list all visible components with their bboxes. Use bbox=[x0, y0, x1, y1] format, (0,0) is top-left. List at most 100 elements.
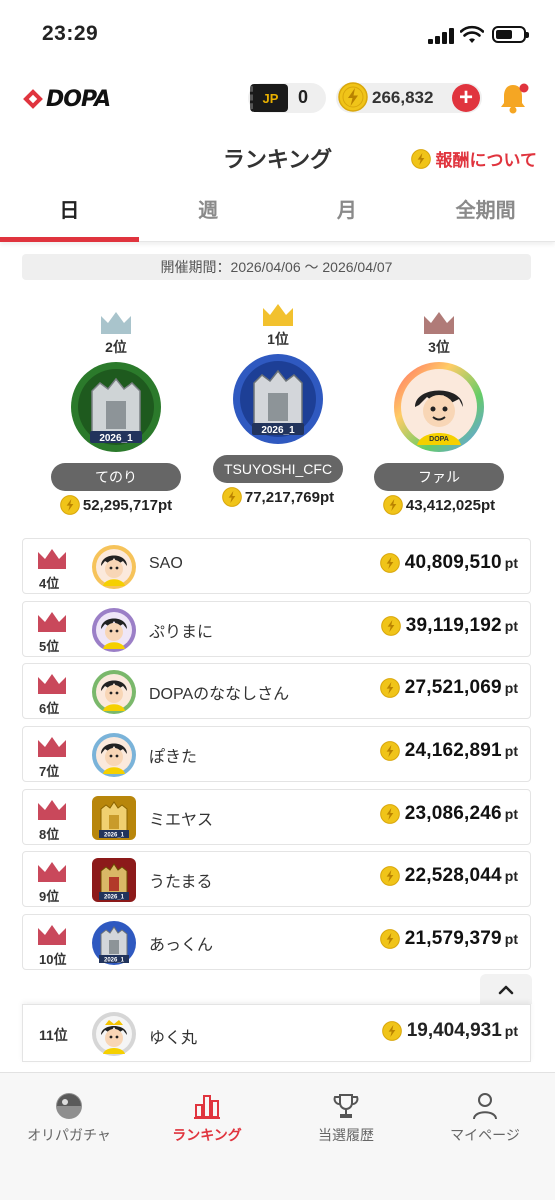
scroll-to-top-button[interactable] bbox=[480, 974, 532, 1004]
throne-avatar-icon: 2026_1 bbox=[92, 858, 136, 903]
podium-rank: 2位 bbox=[105, 339, 127, 355]
points-value: 23,086,246 bbox=[404, 802, 502, 824]
ranking-row[interactable]: 9位 2026_1 うたまる 22,528,044 pt bbox=[22, 851, 531, 908]
coin-icon bbox=[379, 678, 400, 699]
bar-chart-icon bbox=[194, 1095, 220, 1119]
podium-points: 77,217,769pt bbox=[208, 487, 348, 507]
throne-avatar-icon: 2026_1 bbox=[92, 921, 136, 966]
crown-icon bbox=[38, 611, 66, 632]
tab-weekly[interactable]: 週 bbox=[139, 186, 278, 241]
rank-label: 10位 bbox=[39, 952, 67, 968]
podium-third[interactable]: 3位 DOPA ファル 43,412,025pt bbox=[369, 310, 509, 515]
points-value: 39,119,192 bbox=[405, 614, 502, 636]
logo-mark-icon bbox=[23, 89, 43, 109]
points-value: 21,579,379 bbox=[404, 928, 502, 950]
podium-rank: 3位 bbox=[428, 339, 450, 355]
coin-icon bbox=[379, 803, 400, 824]
character-avatar-icon: DOPA bbox=[394, 362, 484, 452]
coin-icon bbox=[379, 741, 400, 761]
points-unit: pt bbox=[504, 555, 518, 571]
rank-label: 8位 bbox=[39, 826, 60, 842]
podium-second[interactable]: 2位 2026_1 てのり 52,295,717pt bbox=[46, 310, 186, 515]
points-value: 27,521,069 bbox=[404, 677, 502, 699]
nav-label: 当選履歴 bbox=[318, 1127, 374, 1143]
crown-icon bbox=[38, 799, 66, 820]
reward-link-label: 報酬について bbox=[435, 151, 538, 170]
points-value: 77,217,769pt bbox=[244, 488, 335, 506]
jp-ticket-icon: JP bbox=[250, 84, 288, 112]
nav-label: オリパガチャ bbox=[27, 1127, 111, 1143]
battery-icon bbox=[492, 26, 529, 43]
gacha-ball-icon bbox=[56, 1093, 82, 1119]
person-icon bbox=[473, 1093, 497, 1120]
points-unit: pt bbox=[504, 1023, 518, 1039]
podium-rank: 1位 bbox=[267, 331, 289, 347]
ranking-row[interactable]: 7位 ぽきた 24,162,891 pt bbox=[22, 726, 531, 783]
my-rank-row[interactable]: 11位 ゆく丸 19,404,931 pt bbox=[22, 1004, 531, 1062]
points: 21,579,379 pt bbox=[379, 928, 518, 950]
tab-monthly[interactable]: 月 bbox=[278, 186, 417, 241]
bell-icon[interactable] bbox=[496, 81, 530, 117]
chevron-up-icon bbox=[498, 985, 514, 995]
add-coins-button[interactable]: + bbox=[452, 84, 480, 112]
points-unit: pt bbox=[504, 931, 518, 948]
points: 23,086,246 pt bbox=[379, 802, 518, 825]
player-name: ぷりまに bbox=[149, 623, 214, 641]
rank-label: 11位 bbox=[39, 1027, 68, 1043]
crown-icon bbox=[424, 312, 454, 334]
dopa-logo[interactable]: DOPA bbox=[22, 85, 111, 113]
points-value: 22,528,044 bbox=[404, 865, 502, 887]
ranking-row[interactable]: 6位 DOPAのななしさん 27,521,069 pt bbox=[22, 663, 531, 720]
nav-oripa-gacha[interactable]: オリパガチャ bbox=[0, 1091, 138, 1145]
status-bar: 23:29 bbox=[0, 0, 555, 70]
points-value: 43,412,025pt bbox=[405, 496, 496, 514]
podium-first[interactable]: 1位 2026_1 TSUYOSHI_CFC 77,217,769pt bbox=[208, 302, 348, 507]
points: 27,521,069 pt bbox=[379, 677, 518, 699]
character-avatar-icon bbox=[92, 607, 136, 652]
rank-label: 6位 bbox=[39, 701, 60, 717]
podium-name: てのり bbox=[51, 463, 181, 491]
podium-name: TSUYOSHI_CFC bbox=[213, 455, 343, 483]
trophy-icon bbox=[333, 1094, 359, 1118]
podium-points: 52,295,717pt bbox=[46, 495, 186, 515]
app-header: DOPA JP 0 266,832 + bbox=[0, 75, 555, 123]
tab-daily[interactable]: 日 bbox=[0, 186, 139, 242]
rank-label: 5位 bbox=[39, 638, 60, 654]
coin-balance[interactable]: 266,832 + bbox=[336, 82, 482, 113]
reward-info-link[interactable]: 報酬について bbox=[410, 146, 538, 171]
ranking-row[interactable]: 10位 2026_1 あっくん 21,579,379 pt bbox=[22, 914, 531, 971]
throne-avatar-icon: 2026_1 bbox=[92, 795, 136, 840]
coin-icon bbox=[379, 866, 400, 887]
rank-label: 4位 bbox=[39, 576, 60, 591]
nav-ranking[interactable]: ランキング bbox=[138, 1091, 276, 1145]
coin-icon bbox=[410, 148, 431, 169]
avatar: DOPA bbox=[393, 361, 485, 453]
ranking-row[interactable]: 4位 SAO 40,809,510 pt bbox=[22, 538, 531, 594]
coin-icon bbox=[381, 1021, 402, 1041]
podium: 2位 2026_1 てのり 52,295,717pt 1位 2026_1 TSU… bbox=[0, 300, 555, 530]
coin-icon bbox=[383, 495, 403, 515]
avatar-badge: 2026_1 bbox=[261, 425, 295, 436]
tab-all-time[interactable]: 全期間 bbox=[416, 186, 555, 241]
avatar: 2026_1 bbox=[232, 353, 324, 445]
ranking-row[interactable]: 5位 ぷりまに 39,119,192 pt bbox=[22, 600, 531, 657]
avatar-badge: 2026_1 bbox=[104, 958, 125, 964]
crown-icon bbox=[263, 304, 293, 326]
points: 19,404,931 pt bbox=[381, 1020, 518, 1042]
points-unit: pt bbox=[504, 805, 518, 822]
avatar-badge: 2026_1 bbox=[99, 433, 133, 444]
nav-label: マイページ bbox=[450, 1127, 520, 1143]
points-unit: pt bbox=[504, 617, 518, 634]
player-name: ぽきた bbox=[149, 749, 198, 767]
avatar: 2026_1 bbox=[70, 361, 162, 453]
jp-ticket-counter[interactable]: JP 0 bbox=[248, 83, 326, 113]
player-name: ゆく丸 bbox=[149, 1030, 198, 1047]
coin-icon bbox=[338, 82, 368, 112]
nav-win-history[interactable]: 当選履歴 bbox=[277, 1091, 415, 1145]
ranking-row[interactable]: 8位 2026_1 ミエヤス 23,086,246 pt bbox=[22, 788, 531, 845]
nav-my-page[interactable]: マイページ bbox=[416, 1091, 554, 1145]
points: 39,119,192 pt bbox=[380, 614, 518, 637]
bottom-nav: オリパガチャ ランキング 当選履歴 マイページ bbox=[0, 1072, 555, 1200]
throne-avatar-icon: 2026_1 bbox=[233, 354, 323, 444]
player-name: SAO bbox=[149, 555, 183, 572]
